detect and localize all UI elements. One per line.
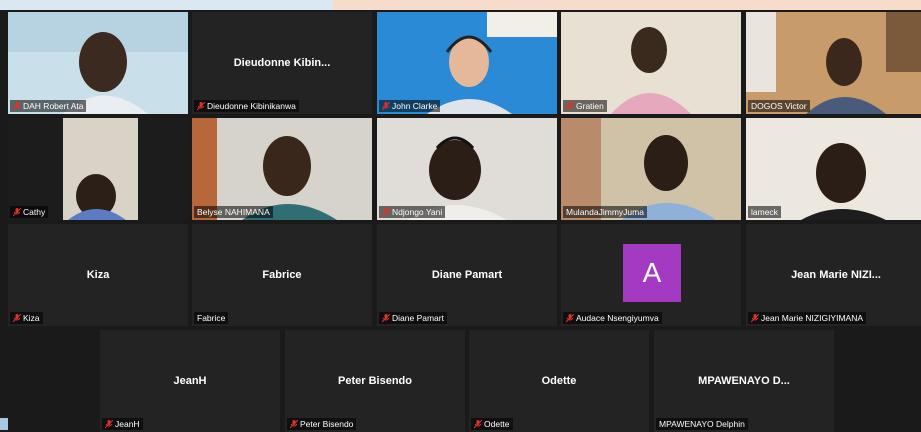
participant-name: Ndjongo Yani <box>392 207 443 217</box>
participant-name: JeanH <box>115 419 140 429</box>
participant-name: MPAWENAYO Delphin <box>659 419 745 429</box>
muted-mic-icon <box>13 313 21 322</box>
participant-tile-jean-marie[interactable]: Jean Marie NIZI... Jean Marie NIZIGIYIMA… <box>746 224 921 326</box>
participant-tile-john-clarke[interactable]: John Clarke <box>377 12 557 114</box>
participant-label: DOGOS Victor <box>748 100 810 112</box>
participant-label: lameck <box>748 206 781 218</box>
participant-label: Odette <box>471 418 513 430</box>
muted-mic-icon <box>566 101 574 110</box>
participant-name: Jean Marie NIZIGIYIMANA <box>761 313 864 323</box>
muted-mic-icon <box>751 313 759 322</box>
participant-tile-lameck[interactable]: lameck <box>746 118 921 220</box>
participant-tile-gratien[interactable]: Gratien <box>561 12 741 114</box>
participant-label: MulandaJimmyJuma <box>563 206 647 218</box>
participant-tile-fabrice[interactable]: Fabrice Fabrice <box>192 224 372 326</box>
participant-label: Audace Nsengiyumva <box>563 312 662 324</box>
participant-display-name: Jean Marie NIZI... <box>791 269 881 281</box>
video-feed <box>377 118 557 220</box>
participant-tile-dogos-victor[interactable]: DOGOS Victor <box>746 12 921 114</box>
video-feed <box>8 118 188 220</box>
muted-mic-icon <box>13 101 21 110</box>
background-corner <box>0 418 8 430</box>
participant-name: John Clarke <box>392 101 438 111</box>
top-background <box>0 0 921 10</box>
participant-label: DAH Robert Ata <box>10 100 87 112</box>
participant-display-name: JeanH <box>173 375 207 387</box>
participant-label: Peter Bisendo <box>287 418 357 430</box>
participant-label: Ndjongo Yani <box>379 206 446 218</box>
participant-name: Gratien <box>576 101 604 111</box>
participant-tile-mulanda-active-speaker[interactable]: MulandaJimmyJuma <box>561 118 741 220</box>
participant-display-name: Fabrice <box>262 269 302 281</box>
participant-label: MPAWENAYO Delphin <box>656 418 748 430</box>
muted-mic-icon <box>382 313 390 322</box>
muted-mic-icon <box>382 101 390 110</box>
video-feed <box>192 118 372 220</box>
muted-mic-icon <box>566 313 574 322</box>
participant-display-name: MPAWENAYO D... <box>698 375 790 387</box>
participant-label: Jean Marie NIZIGIYIMANA <box>748 312 867 324</box>
participant-label: JeanH <box>102 418 143 430</box>
participant-name: Diane Pamart <box>392 313 444 323</box>
participant-name: Cathy <box>23 207 46 217</box>
avatar: A <box>623 244 681 302</box>
participant-tile-mpawenayo[interactable]: MPAWENAYO D... MPAWENAYO Delphin <box>654 330 834 432</box>
participant-label: Kiza <box>10 312 43 324</box>
participant-name: DAH Robert Ata <box>23 101 84 111</box>
muted-mic-icon <box>290 419 298 428</box>
video-feed <box>377 12 557 114</box>
participant-display-name: Peter Bisendo <box>338 375 412 387</box>
participant-tile-belyse[interactable]: Belyse NAHIMANA <box>192 118 372 220</box>
participant-tile-peter-bisendo[interactable]: Peter Bisendo Peter Bisendo <box>285 330 465 432</box>
muted-mic-icon <box>105 419 113 428</box>
participant-display-name: Diane Pamart <box>431 269 503 281</box>
participant-name: Dieudonne Kibinikanwa <box>207 101 296 111</box>
participant-name: Peter Bisendo <box>300 419 354 429</box>
video-feed <box>746 118 921 220</box>
participant-tile-dieudonne[interactable]: Dieudonne Kibin... Dieudonne Kibinikanwa <box>192 12 372 114</box>
background-left <box>0 0 333 10</box>
muted-mic-icon <box>474 419 482 428</box>
video-feed <box>8 12 188 114</box>
participant-display-name: Dieudonne Kibin... <box>233 57 331 69</box>
participant-name: Belyse NAHIMANA <box>197 207 270 217</box>
participant-name: Kiza <box>23 313 40 323</box>
participant-label: Gratien <box>563 100 607 112</box>
participant-tile-cathy[interactable]: Cathy <box>8 118 188 220</box>
participant-tile-dah-robert[interactable]: DAH Robert Ata <box>8 12 188 114</box>
video-feed <box>561 12 741 114</box>
participant-name: Odette <box>484 419 510 429</box>
participant-display-name: Kiza <box>86 269 110 281</box>
participant-name: Fabrice <box>197 313 226 323</box>
muted-mic-icon <box>382 207 390 216</box>
participant-name: MulandaJimmyJuma <box>566 207 644 217</box>
participant-tile-diane-pamart[interactable]: Diane Pamart Diane Pamart <box>377 224 557 326</box>
participant-name: Audace Nsengiyumva <box>576 313 659 323</box>
participant-label: Belyse NAHIMANA <box>194 206 273 218</box>
participant-label: John Clarke <box>379 100 441 112</box>
muted-mic-icon <box>197 101 205 110</box>
participant-tile-audace[interactable]: A Audace Nsengiyumva <box>561 224 741 326</box>
participant-tile-odette[interactable]: Odette Odette <box>469 330 649 432</box>
video-feed <box>561 118 741 220</box>
participant-tile-jeanh[interactable]: JeanH JeanH <box>100 330 280 432</box>
participant-tile-ndjongo[interactable]: Ndjongo Yani <box>377 118 557 220</box>
participant-name: DOGOS Victor <box>751 101 807 111</box>
participant-display-name: Odette <box>541 375 577 387</box>
participant-label: Cathy <box>10 206 49 218</box>
participant-label: Dieudonne Kibinikanwa <box>194 100 299 112</box>
gallery-view: DAH Robert Ata Dieudonne Kibin... Dieudo… <box>8 12 921 432</box>
background-right <box>333 0 921 10</box>
muted-mic-icon <box>13 207 21 216</box>
participant-label: Diane Pamart <box>379 312 447 324</box>
participant-label: Fabrice <box>194 312 229 324</box>
participant-tile-kiza[interactable]: Kiza Kiza <box>8 224 188 326</box>
participant-name: lameck <box>751 207 778 217</box>
video-feed <box>746 12 921 114</box>
